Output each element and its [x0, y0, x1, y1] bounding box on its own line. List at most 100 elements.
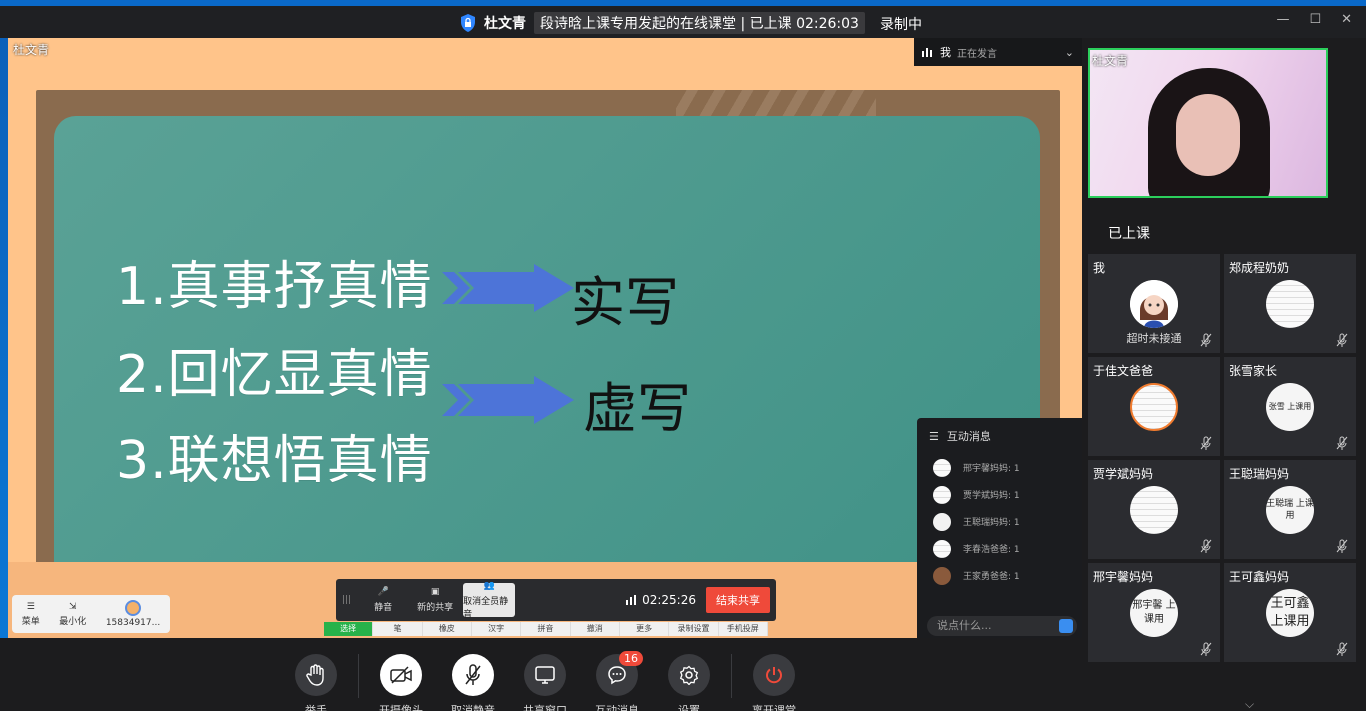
leave-class-button[interactable]: 离开课堂 — [744, 654, 804, 711]
drag-handle-icon[interactable]: ||| — [342, 595, 351, 605]
raise-hand-button[interactable]: 举手 — [286, 654, 346, 711]
menu-button[interactable]: ☰ 菜单 — [22, 602, 40, 627]
participant-name: 王聪瑞妈妈 — [1229, 467, 1290, 481]
share-screen-icon — [524, 654, 566, 696]
settings-button[interactable]: 设置 — [659, 654, 719, 711]
camera-button[interactable]: 开摄像头 — [371, 654, 431, 711]
lesson-line-2: 2.回忆显真情 — [116, 345, 433, 405]
board-stripe — [676, 90, 876, 118]
close-window-button[interactable]: ✕ — [1341, 12, 1352, 27]
mic-off-icon — [452, 654, 494, 696]
participant-tile[interactable]: 我 超时未接通 — [1088, 254, 1220, 353]
chat-header: ☰ 互动消息 — [917, 418, 1082, 454]
avatar — [1266, 280, 1314, 328]
hand-icon — [295, 654, 337, 696]
settings-label: 设置 — [678, 704, 700, 711]
avatar: 王可鑫 上课用 — [1266, 589, 1314, 637]
tool-record-settings[interactable]: 录制设置 — [669, 622, 719, 636]
tool-select[interactable]: 选择 — [324, 622, 374, 636]
participant-tile[interactable]: 王聪瑞妈妈 王聪瑞 上课用 — [1224, 460, 1356, 559]
maximize-window-button[interactable]: ☐ — [1309, 12, 1321, 27]
arrow-right-icon — [442, 376, 574, 424]
lesson-line-1: 1.真事抒真情 — [116, 257, 433, 317]
pen-toolbar: 选择 笔 橡皮 汉字 拼音 撤消 更多 录制设置 手机投屏 — [324, 622, 768, 636]
participant-name: 贾学斌妈妈 — [1093, 467, 1154, 481]
image-icon: ▣ — [430, 587, 440, 597]
signal-bars-icon — [922, 48, 932, 57]
tool-pen[interactable]: 笔 — [373, 622, 423, 636]
chevron-down-icon[interactable]: ⌵ — [1245, 697, 1254, 711]
recording-status: 录制中 — [880, 17, 922, 33]
minimize-window-button[interactable]: — — [1276, 12, 1289, 27]
mic-off-icon — [1336, 642, 1348, 656]
list-item: 邢宇馨妈妈: 1 — [917, 454, 1082, 481]
participant-tile[interactable]: 贾学斌妈妈 — [1088, 460, 1220, 559]
messages-button[interactable]: 16 互动消息 — [587, 651, 647, 711]
user-label: 15834917... — [105, 618, 161, 628]
mini-toolbar: ☰ 菜单 ⇲ 最小化 15834917... — [12, 595, 170, 633]
user-button[interactable]: 15834917... — [106, 600, 160, 628]
minimize-button[interactable]: ⇲ 最小化 — [59, 602, 86, 627]
menu-label: 菜单 — [21, 616, 40, 627]
share-window-button[interactable]: 共享窗口 — [515, 654, 575, 711]
new-share-button[interactable]: ▣ 新的共享 — [411, 583, 459, 617]
chat-message: 王聪瑞妈妈: 1 — [963, 518, 1020, 528]
desktop-edge — [0, 0, 8, 711]
speaking-indicator[interactable]: 我 正在发言 ⌄ — [914, 38, 1082, 66]
minimize-label: 最小化 — [59, 616, 87, 627]
tool-eraser[interactable]: 橡皮 — [423, 622, 472, 636]
participant-name: 于佳文爸爸 — [1093, 364, 1154, 378]
unmute-all-label: 取消全员静音 — [463, 596, 509, 620]
share-label: 共享窗口 — [523, 704, 567, 711]
share-timer: 02:25:26 — [626, 593, 696, 607]
chevron-down-icon[interactable]: ⌄ — [1065, 46, 1074, 59]
title-center: 杜文青 段诗晗上课专用发起的在线课堂 | 已上课 02:26:03 — [460, 12, 865, 34]
share-time: 02:25:26 — [642, 593, 696, 607]
tool-phone-cast[interactable]: 手机投屏 — [719, 622, 768, 636]
chat-panel: ☰ 互动消息 邢宇馨妈妈: 1 贾学斌妈妈: 1 王聪瑞妈妈: 1 李春浩爸爸: … — [917, 418, 1082, 638]
minimize-icon: ⇲ — [69, 601, 77, 612]
share-toolbar: ||| 🎤 静音 ▣ 新的共享 👥 取消全员静音 02:25:26 结束共享 — [336, 579, 776, 621]
menu-icon: ☰ — [26, 601, 35, 612]
avatar — [1130, 280, 1178, 328]
avatar — [933, 566, 951, 585]
mic-off-icon — [1200, 436, 1212, 450]
unmute-button[interactable]: 取消静音 — [443, 654, 503, 711]
participant-tile[interactable]: 于佳文爸爸 — [1088, 357, 1220, 456]
avatar-text: 王可鑫 上课用 — [1270, 596, 1310, 629]
class-title: 段诗晗上课专用发起的在线课堂 | 已上课 02:26:03 — [534, 12, 865, 34]
chat-input[interactable]: 说点什么... — [927, 616, 1077, 636]
divider — [731, 654, 732, 698]
participant-tile[interactable]: 王可鑫妈妈 王可鑫 上课用 — [1224, 563, 1356, 662]
tool-undo[interactable]: 撤消 — [571, 622, 620, 636]
end-share-button[interactable]: 结束共享 — [706, 587, 770, 613]
mute-button[interactable]: 🎤 静音 — [359, 583, 407, 617]
send-icon[interactable] — [1059, 619, 1073, 633]
new-share-label: 新的共享 — [417, 603, 454, 613]
message-count-badge: 16 — [619, 651, 643, 666]
avatar — [1130, 486, 1178, 534]
participant-tile[interactable]: 邢宇馨妈妈 邢宇馨 上课用 — [1088, 563, 1220, 662]
label-real-writing: 实写 — [571, 271, 679, 334]
chat-placeholder: 说点什么... — [937, 619, 992, 632]
gear-icon — [668, 654, 710, 696]
users-icon: 👥 — [483, 580, 495, 591]
list-item: 王聪瑞妈妈: 1 — [917, 508, 1082, 535]
mic-off-icon — [1336, 333, 1348, 347]
teacher-video[interactable]: 杜文青 — [1088, 48, 1328, 198]
avatar-text: 张雪 上课用 — [1268, 402, 1312, 411]
tool-pinyin[interactable]: 拼音 — [521, 622, 571, 636]
tool-hanzi[interactable]: 汉字 — [472, 622, 522, 636]
avatar-text: 王聪瑞 上课用 — [1266, 499, 1314, 521]
camera-label: 开摄像头 — [379, 704, 423, 711]
list-item: 李春浩爸爸: 1 — [917, 535, 1082, 562]
messages-label: 互动消息 — [595, 704, 639, 711]
participant-tile[interactable]: 郑成程奶奶 — [1224, 254, 1356, 353]
unmute-all-button[interactable]: 👥 取消全员静音 — [463, 580, 516, 620]
microphone-icon: 🎤 — [377, 587, 389, 597]
tool-more[interactable]: 更多 — [620, 622, 670, 636]
raise-hand-label: 举手 — [305, 704, 327, 711]
menu-icon[interactable]: ☰ — [929, 430, 939, 443]
video-face — [1176, 94, 1240, 176]
participant-tile[interactable]: 张雪家长 张雪 上课用 — [1224, 357, 1356, 456]
